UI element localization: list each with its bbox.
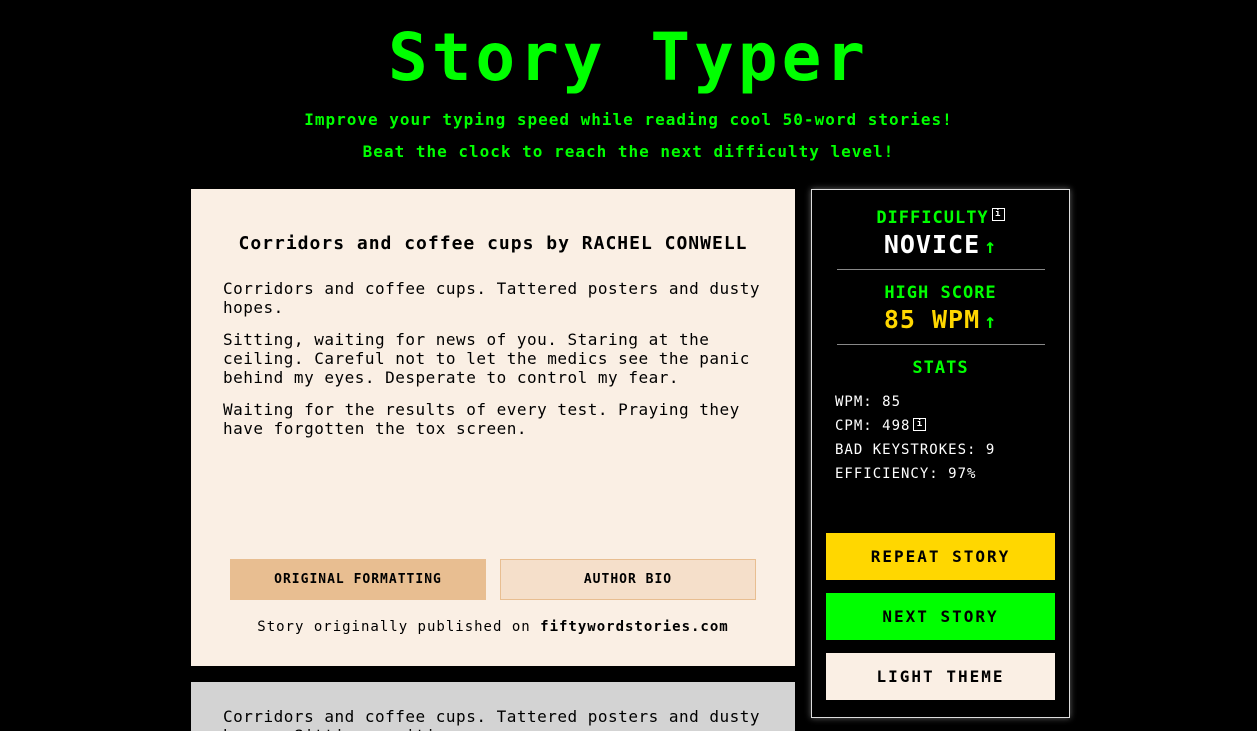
difficulty-up-arrow-icon: ↑ [984, 234, 998, 258]
high-score-row: 85 WPM ↑ [812, 305, 1069, 334]
author-bio-button[interactable]: AUTHOR BIO [500, 559, 756, 600]
next-story-button[interactable]: NEXT STORY [826, 593, 1055, 640]
difficulty-info-icon[interactable]: i [991, 208, 1005, 221]
stat-bad-keystrokes: BAD KEYSTROKES: 9 [835, 442, 996, 458]
stat-cpm-row: CPM: 498 i [835, 418, 927, 434]
page-title: Story Typer [387, 19, 870, 96]
cpm-info-icon[interactable]: i [913, 418, 927, 431]
story-paragraph: Corridors and coffee cups. Tattered post… [223, 279, 761, 317]
story-paragraph: Sitting, waiting for news of you. Starin… [223, 330, 750, 387]
divider [837, 344, 1045, 345]
stats-panel: DIFFICULTY i NOVICE ↑ HIGH SCORE 85 WPM ↑ S… [811, 189, 1070, 718]
typing-area[interactable]: Corridors and coffee cups. Tattered post… [191, 682, 795, 731]
difficulty-value: NOVICE [883, 230, 981, 259]
divider [837, 269, 1045, 270]
high-score-label: HIGH SCORE [884, 283, 997, 303]
subtitle-line-1: Improve your typing speed while reading … [304, 110, 953, 129]
published-note: Story originally published on fiftywords… [191, 619, 795, 635]
subtitle-line-2: Beat the clock to reach the next difficu… [362, 142, 895, 161]
stat-efficiency: EFFICIENCY: 97% [835, 466, 977, 482]
stat-wpm: WPM: 85 [835, 394, 902, 410]
stats-label: STATS [912, 358, 969, 378]
typing-text: Corridors and coffee cups. Tattered post… [223, 707, 761, 731]
original-formatting-button[interactable]: ORIGINAL FORMATTING [230, 559, 486, 600]
story-paragraph: Waiting for the results of every test. P… [223, 400, 740, 438]
difficulty-level-row: NOVICE ↑ [812, 230, 1069, 259]
high-score-up-arrow-icon: ↑ [984, 309, 998, 333]
story-buttons: ORIGINAL FORMATTING AUTHOR BIO [230, 559, 756, 600]
light-theme-button[interactable]: LIGHT THEME [826, 653, 1055, 700]
published-site-link[interactable]: fiftywordstories.com [540, 619, 729, 635]
difficulty-label-row: DIFFICULTY i [812, 208, 1069, 228]
published-prefix: Story originally published on [257, 619, 541, 635]
repeat-story-button[interactable]: REPEAT STORY [826, 533, 1055, 580]
stat-cpm: CPM: 498 [835, 418, 911, 434]
story-card: Corridors and coffee cups by RACHEL CONW… [191, 189, 795, 666]
high-score-value: 85 WPM [883, 305, 981, 334]
difficulty-label: DIFFICULTY [876, 208, 989, 228]
story-title: Corridors and coffee cups by RACHEL CONW… [238, 233, 748, 254]
